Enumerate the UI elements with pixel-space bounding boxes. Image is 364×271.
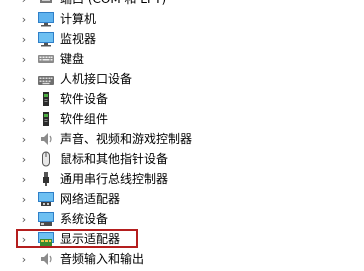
tree-item-label: 计算机: [60, 12, 97, 26]
port-icon: [40, 0, 52, 3]
tree-item-computer[interactable]: › 计算机: [0, 9, 364, 29]
system-device-icon: [38, 212, 54, 226]
tree-item-label: 通用串行总线控制器: [60, 172, 169, 186]
tree-item-monitor[interactable]: › 监视器: [0, 29, 364, 49]
chevron-right-icon[interactable]: ›: [20, 129, 28, 149]
software-device-icon: [43, 92, 49, 106]
device-tree: › 端口 (COM 和 LPT) › 计算机 › 监视器 ›: [0, 0, 364, 271]
chevron-right-icon[interactable]: ›: [20, 69, 28, 89]
tree-item-label: 网络适配器: [60, 192, 121, 206]
chevron-right-icon[interactable]: ›: [20, 249, 28, 269]
tree-item-software-device[interactable]: › 软件设备: [0, 89, 364, 109]
tree-item-label: 端口 (COM 和 LPT): [60, 0, 166, 8]
chevron-right-icon[interactable]: ›: [20, 229, 28, 249]
tree-item-software-component[interactable]: › 软件组件: [0, 109, 364, 129]
tree-item-label: 系统设备: [60, 212, 109, 226]
tree-item-display-adapter[interactable]: › 显示适配器: [0, 229, 364, 249]
chevron-right-icon[interactable]: ›: [20, 49, 28, 69]
chevron-right-icon[interactable]: ›: [20, 0, 28, 9]
monitor-icon: [38, 32, 54, 47]
computer-icon: [38, 12, 54, 27]
tree-item-system-device[interactable]: › 系统设备: [0, 209, 364, 229]
keyboard-icon: [38, 55, 54, 63]
tree-item-label: 音频输入和输出: [60, 252, 145, 266]
software-component-icon: [43, 112, 49, 126]
hid-icon: [38, 76, 54, 85]
tree-item-label: 声音、视频和游戏控制器: [60, 132, 193, 146]
tree-item-label: 软件组件: [60, 112, 109, 126]
display-adapter-icon: [38, 232, 54, 246]
network-adapter-icon: [38, 192, 54, 206]
audio-io-icon: [41, 253, 52, 265]
usb-icon: [43, 172, 49, 186]
tree-item-network-adapter[interactable]: › 网络适配器: [0, 189, 364, 209]
chevron-right-icon[interactable]: ›: [20, 189, 28, 209]
tree-item-label: 显示适配器: [60, 232, 121, 246]
tree-item-label: 键盘: [60, 52, 85, 66]
tree-item-audio-io[interactable]: › 音频输入和输出: [0, 249, 364, 269]
tree-item-label: 软件设备: [60, 92, 109, 106]
tree-item-sound-video-game[interactable]: › 声音、视频和游戏控制器: [0, 129, 364, 149]
sound-icon: [41, 133, 52, 145]
chevron-right-icon[interactable]: ›: [20, 149, 28, 169]
chevron-right-icon[interactable]: ›: [20, 109, 28, 129]
chevron-right-icon[interactable]: ›: [20, 169, 28, 189]
chevron-right-icon[interactable]: ›: [20, 89, 28, 109]
tree-item-ports[interactable]: › 端口 (COM 和 LPT): [0, 0, 364, 9]
chevron-right-icon[interactable]: ›: [20, 9, 28, 29]
tree-item-hid[interactable]: › 人机接口设备: [0, 69, 364, 89]
tree-item-label: 人机接口设备: [60, 72, 133, 86]
mouse-icon: [42, 151, 50, 167]
chevron-right-icon[interactable]: ›: [20, 209, 28, 229]
tree-item-usb[interactable]: › 通用串行总线控制器: [0, 169, 364, 189]
chevron-right-icon[interactable]: ›: [20, 29, 28, 49]
tree-item-label: 鼠标和其他指针设备: [60, 152, 169, 166]
tree-item-label: 监视器: [60, 32, 97, 46]
tree-item-mouse[interactable]: › 鼠标和其他指针设备: [0, 149, 364, 169]
tree-item-keyboard[interactable]: › 键盘: [0, 49, 364, 69]
